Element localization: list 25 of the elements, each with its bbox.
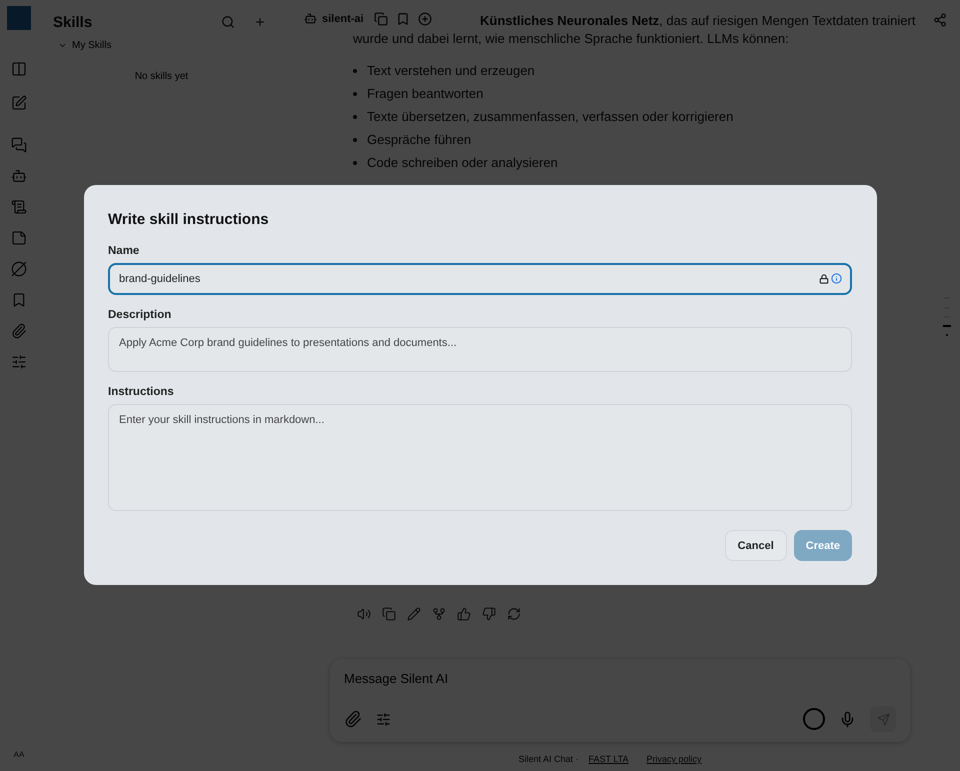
footer-text: Silent AI Chat · bbox=[518, 754, 578, 764]
dialog-title: Write skill instructions bbox=[108, 211, 270, 228]
field-label: Instructions bbox=[108, 386, 175, 398]
text-area[interactable]: Apply Acme Corp brand guidelines to presentations and documents... bbox=[108, 327, 852, 372]
sidebar-title: Skills bbox=[53, 14, 94, 30]
footer-link[interactable]: FAST LTA bbox=[588, 754, 629, 764]
text-area[interactable]: Enter your skill instructions in markdown... bbox=[108, 404, 852, 511]
footer-link[interactable]: Privacy policy bbox=[646, 754, 702, 764]
message-text: Künstliches Neuronales Netz, das auf riesigen Mengen Textdaten trainiert bbox=[480, 12, 916, 30]
list-item: Code schreiben oder analysieren bbox=[367, 154, 558, 172]
list-item: Text verstehen und erzeugen bbox=[367, 62, 535, 80]
message-input[interactable]: Message Silent AI bbox=[344, 671, 896, 686]
info-icon[interactable] bbox=[831, 273, 842, 284]
name-field[interactable]: brand-guidelines bbox=[108, 263, 852, 295]
empty-message: No skills yet bbox=[134, 71, 188, 82]
group-label[interactable]: My Skills bbox=[72, 40, 112, 51]
field-label: Description bbox=[108, 309, 172, 321]
list-item: Gespräche führen bbox=[367, 131, 472, 149]
message-text: wurde und dabei lernt, wie menschliche Sprache funktioniert. LLMs können: bbox=[353, 30, 789, 48]
lock-icon[interactable] bbox=[819, 274, 829, 284]
font-size-toggle[interactable]: AA bbox=[14, 750, 24, 759]
cancel-button[interactable]: Cancel bbox=[724, 530, 787, 561]
field-label: Name bbox=[108, 245, 140, 257]
list-item: Texte übersetzen, zusammenfassen, verfassen oder korrigieren bbox=[367, 108, 734, 126]
list-item: Fragen beantworten bbox=[367, 85, 484, 103]
